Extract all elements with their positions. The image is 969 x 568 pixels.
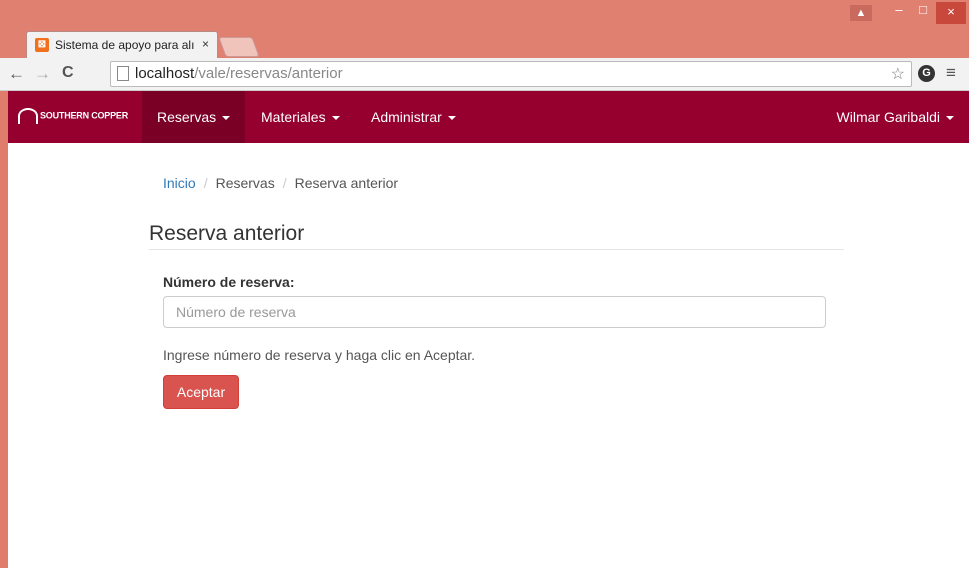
maximize-button[interactable]: □: [912, 0, 934, 22]
reload-icon[interactable]: C: [62, 64, 74, 82]
brand-logo[interactable]: SOUTHERN COPPER: [18, 108, 128, 124]
bookmark-star-icon[interactable]: ☆: [891, 64, 905, 84]
nav-user-menu[interactable]: Wilmar Garibaldi: [822, 91, 969, 143]
browser-tab[interactable]: ⊠ Sistema de apoyo para alı ×: [26, 31, 218, 59]
reserva-number-label: Número de reserva:: [163, 274, 295, 290]
page-title: Reserva anterior: [149, 222, 305, 245]
top-navbar: SOUTHERN COPPER Reservas Materiales Admi…: [8, 91, 969, 143]
reserva-number-input[interactable]: [163, 296, 826, 328]
browser-toolbar: ← → C localhost/vale/reservas/anterior ☆…: [0, 58, 969, 91]
chrome-menu-icon[interactable]: ≡: [946, 63, 956, 83]
breadcrumb: Inicio / Reservas / Reserva anterior: [163, 175, 399, 191]
nav-materiales[interactable]: Materiales: [246, 91, 355, 143]
extension-icon[interactable]: G: [918, 65, 935, 82]
breadcrumb-home-link[interactable]: Inicio: [163, 175, 196, 191]
nav-reservas[interactable]: Reservas: [142, 91, 246, 143]
nav-administrar[interactable]: Administrar: [356, 91, 471, 143]
help-text: Ingrese número de reserva y haga clic en…: [163, 347, 476, 363]
minimize-button[interactable]: –: [888, 0, 910, 22]
caret-down-icon: [222, 116, 231, 121]
url-text: localhost/vale/reservas/anterior: [135, 65, 343, 82]
caret-down-icon: [946, 116, 954, 121]
breadcrumb-current: Reserva anterior: [294, 175, 399, 191]
logo-icon: [18, 108, 38, 124]
profile-icon[interactable]: ▲: [850, 5, 872, 21]
caret-down-icon: [447, 116, 456, 121]
new-tab-button[interactable]: [218, 37, 260, 57]
page-content: SOUTHERN COPPER Reservas Materiales Admi…: [8, 91, 969, 568]
breadcrumb-section: Reservas: [215, 175, 275, 191]
close-window-button[interactable]: ×: [936, 2, 966, 24]
tab-close-icon[interactable]: ×: [202, 37, 209, 51]
back-arrow-icon[interactable]: ←: [8, 64, 25, 84]
address-bar[interactable]: localhost/vale/reservas/anterior ☆: [110, 61, 912, 87]
aceptar-button[interactable]: Aceptar: [163, 375, 239, 409]
page-icon: [117, 66, 129, 81]
browser-titlebar: ⊠ Sistema de apoyo para alı × ▲ – □ ×: [0, 0, 969, 62]
forward-arrow-icon[interactable]: →: [34, 64, 51, 84]
favicon-icon: ⊠: [35, 38, 49, 52]
tab-title: Sistema de apoyo para alı: [55, 38, 195, 52]
caret-down-icon: [331, 116, 340, 121]
title-divider: [149, 249, 844, 250]
